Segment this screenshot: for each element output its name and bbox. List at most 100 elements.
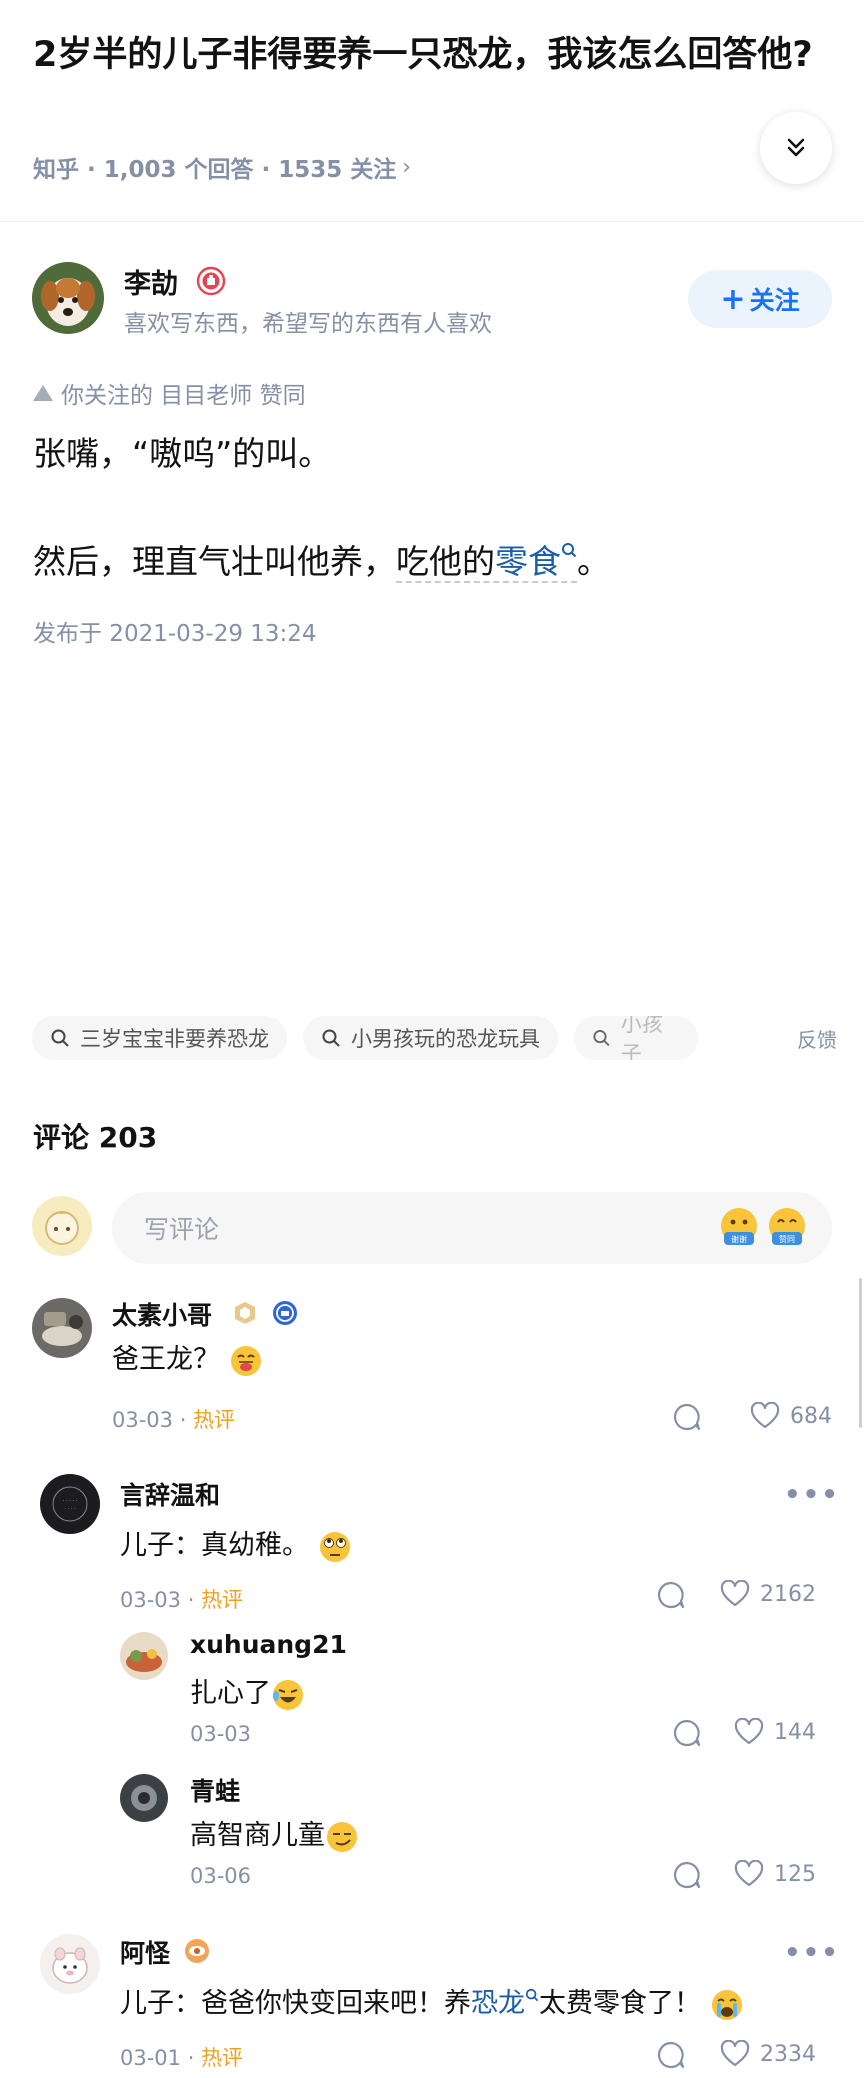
comments-title: 评论 203 (33, 1121, 158, 1154)
answer-underlined-text: 吃他的零食 (396, 542, 577, 583)
like-button[interactable]: 125 (734, 1860, 816, 1888)
thanks-emoji-icon[interactable]: 谢谢 (718, 1206, 760, 1250)
chevron-right-icon: › (402, 154, 412, 180)
dinosaur-search-link[interactable]: 恐龙 (471, 1988, 525, 2019)
smirk-emoji-icon (327, 1821, 357, 1852)
hot-tag: 热评 (201, 1588, 244, 1612)
like-count: 144 (774, 1719, 816, 1745)
upvote-triangle-icon (33, 385, 53, 401)
laughing-crying-emoji-icon (273, 1679, 303, 1710)
heart-icon (734, 1860, 764, 1887)
comment-icon[interactable] (656, 2040, 686, 2070)
comment-input-placeholder: 写评论 (144, 1215, 220, 1244)
search-chip[interactable]: 小男孩玩的恐龙玩具 (303, 1016, 558, 1060)
comment-text-body-end: 太费零食了！ (539, 1988, 701, 2019)
question-meta-text: 知乎 · 1,003 个回答 · 1535 关注 (33, 157, 397, 183)
hot-tag: 热评 (193, 1408, 236, 1432)
plus-icon: + (720, 281, 746, 317)
commenter-name[interactable]: 太素小哥 (112, 1296, 212, 1332)
comment-icon[interactable] (672, 1860, 702, 1890)
comment-icon[interactable] (656, 1580, 686, 1610)
upvote-note: 你关注的 目目老师 赞同 (33, 376, 306, 410)
commenter-name[interactable]: 阿怪 (120, 1934, 170, 1970)
crying-emoji-icon (711, 1989, 742, 2020)
search-chip-label: 小孩子 (620, 1016, 663, 1060)
scrollbar[interactable] (859, 1278, 862, 1428)
comment-icon[interactable] (672, 1402, 702, 1432)
comment-meta: 03-01 · 热评 (120, 2042, 243, 2072)
more-icon[interactable]: ••• (784, 1480, 840, 1510)
expand-button[interactable] (760, 112, 832, 184)
chevron-double-down-icon (787, 138, 805, 157)
drooling-emoji-icon (230, 1345, 261, 1376)
answer-text-end: 。 (577, 542, 610, 581)
commenter-avatar[interactable]: · · · · · · · · · (40, 1474, 100, 1534)
badge-icon (196, 266, 226, 296)
comment-date: 03-01 · (120, 2046, 195, 2070)
related-searches: 三岁宝宝非要养恐龙 小男孩玩的恐龙玩具 小孩子 (32, 1016, 864, 1060)
search-icon (593, 1030, 610, 1047)
search-icon (51, 1029, 69, 1047)
commenter-avatar[interactable] (120, 1632, 168, 1680)
search-chip[interactable]: 三岁宝宝非要养恐龙 (32, 1016, 287, 1060)
commenter-name[interactable]: 言辞温和 (120, 1476, 220, 1512)
comment-date: 03-03 · (112, 1408, 187, 1432)
like-button[interactable]: 2334 (720, 2040, 816, 2068)
heart-icon (720, 1580, 750, 1607)
answer-text: 然后，理直气壮叫他养， (33, 542, 396, 581)
comment-text-body: 扎心了 (190, 1678, 271, 1709)
question-title[interactable]: 2岁半的儿子非得要养一只恐龙，我该怎么回答他? (33, 30, 823, 80)
search-icon (525, 1988, 539, 2002)
question-header: 2岁半的儿子非得要养一只恐龙，我该怎么回答他? 知乎 · 1,003 个回答 ·… (0, 0, 864, 222)
author-avatar[interactable] (32, 262, 104, 334)
heart-icon (734, 1718, 764, 1745)
like-button[interactable]: 684 (750, 1402, 832, 1430)
answer-paragraph-1: 张嘴，“嗷呜”的叫。 (33, 434, 332, 473)
feedback-button[interactable]: 反馈 (770, 1016, 864, 1060)
follow-label: 关注 (749, 286, 800, 315)
commenter-name[interactable]: xuhuang21 (190, 1630, 347, 1659)
svg-text:· · · · ·: · · · · · (63, 1498, 78, 1504)
comment-date: 03-03 (190, 1722, 252, 1746)
svg-text:· · · ·: · · · · (64, 1506, 76, 1512)
search-chip-label: 三岁宝宝非要养恐龙 (80, 1027, 269, 1051)
my-avatar[interactable] (32, 1196, 92, 1256)
comment-meta: 03-03 · 热评 (112, 1404, 235, 1434)
follow-button[interactable]: + 关注 (688, 270, 832, 328)
comment-text: 爸王龙？ (112, 1342, 263, 1378)
search-chip[interactable]: 小孩子 (574, 1016, 698, 1060)
comment-date: 03-06 (190, 1864, 252, 1888)
like-count: 684 (790, 1403, 832, 1429)
commenter-name[interactable]: 青蛙 (190, 1772, 240, 1808)
hot-tag: 热评 (201, 2046, 244, 2070)
author-name[interactable]: 李劼 (124, 262, 178, 301)
comment-icon[interactable] (672, 1718, 702, 1748)
like-button[interactable]: 144 (734, 1718, 816, 1746)
heart-icon (720, 2040, 750, 2067)
commenter-avatar[interactable] (32, 1298, 92, 1358)
author-bio: 喜欢写东西，希望写的东西有人喜欢 (124, 311, 492, 337)
upvote-note-text: 你关注的 目目老师 赞同 (61, 383, 306, 409)
search-chip-label: 小男孩玩的恐龙玩具 (351, 1027, 540, 1051)
like-button[interactable]: 2162 (720, 1580, 816, 1608)
comment-text-body: 高智商儿童 (190, 1820, 325, 1851)
comment-meta: 03-03 (190, 1722, 251, 1746)
comment-text-body: 爸王龙？ (112, 1344, 220, 1375)
like-count: 2162 (760, 1581, 816, 1607)
level-badge-icon (235, 1302, 255, 1324)
comment-meta: 03-06 (190, 1864, 251, 1888)
commenter-avatar[interactable] (120, 1774, 168, 1822)
more-icon[interactable]: ••• (784, 1938, 840, 1968)
agree-emoji-icon[interactable]: 赞同 (766, 1206, 808, 1250)
verified-badge-icon (273, 1301, 297, 1325)
snack-search-link[interactable]: 零食 (495, 542, 561, 581)
question-meta[interactable]: 知乎 · 1,003 个回答 · 1535 关注 › (33, 150, 411, 184)
comment-text-body: 儿子：真幼稚。 (120, 1530, 309, 1561)
heart-icon (750, 1402, 780, 1429)
search-icon (562, 543, 577, 558)
like-count: 125 (774, 1861, 816, 1887)
comment-text: 儿子：真幼稚。 (120, 1528, 352, 1564)
search-icon (322, 1029, 340, 1047)
comment-text: 儿子：爸爸你快变回来吧！养恐龙 太费零食了！ (120, 1986, 744, 2022)
commenter-avatar[interactable] (40, 1934, 100, 1994)
